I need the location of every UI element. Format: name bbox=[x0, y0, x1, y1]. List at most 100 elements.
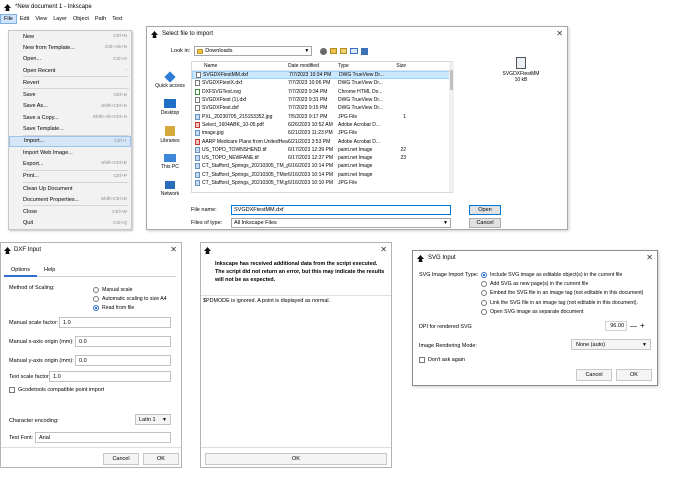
file-row[interactable]: image.jpg 6/21/2023 11:23 PM JPG File bbox=[192, 129, 452, 137]
x-origin-input[interactable]: 0.0 bbox=[75, 336, 171, 347]
radio-read-from-file[interactable] bbox=[93, 304, 99, 311]
scaling-option[interactable]: Automatic scaling to size A4 bbox=[93, 294, 167, 303]
menu-text[interactable]: Text bbox=[109, 14, 125, 24]
menu-item-clean-up-document[interactable]: Clean Up Document bbox=[9, 183, 131, 194]
gcodetools-row[interactable]: Gcodetools compatible point import bbox=[9, 387, 104, 393]
dont-ask-row[interactable]: Don't ask again bbox=[419, 357, 465, 363]
menu-item-import[interactable]: Import... Ctrl+I bbox=[9, 135, 131, 147]
close-icon[interactable]: ✕ bbox=[170, 245, 177, 254]
file-row[interactable]: CT_Stafford_Springs_20210305_TM_geo.tif6… bbox=[192, 162, 452, 170]
look-in-select[interactable]: Downloads ▼ bbox=[194, 46, 313, 56]
gcodetools-checkbox[interactable] bbox=[9, 387, 15, 393]
menu-item-open[interactable]: Open... Ctrl+O bbox=[9, 54, 131, 65]
minus-icon[interactable]: — bbox=[630, 323, 637, 330]
menu-item-export[interactable]: Export... Shift+Ctrl+E bbox=[9, 158, 131, 169]
dpi-input[interactable]: 96.00 bbox=[605, 321, 627, 331]
ok-button[interactable]: OK bbox=[205, 453, 387, 465]
tab-options[interactable]: Options bbox=[4, 263, 37, 277]
menu-view[interactable]: View bbox=[32, 14, 50, 24]
import-option[interactable]: Embed the SVG file in an image tag (not … bbox=[481, 289, 657, 298]
y-origin-input[interactable]: 0.0 bbox=[75, 355, 171, 366]
manual-scale-input[interactable]: 1.0 bbox=[59, 317, 171, 328]
file-row[interactable]: SVGDXFtestMM.dxf 7/7/2023 10:34 PM DWG Tru… bbox=[192, 71, 452, 80]
scrollbar-thumb[interactable] bbox=[450, 70, 453, 90]
place-quick-access[interactable]: Quick access bbox=[151, 67, 189, 94]
menu-path[interactable]: Path bbox=[92, 14, 109, 24]
menu-item-import-web-image[interactable]: Import Web Image... bbox=[9, 147, 131, 158]
menu-item-save[interactable]: Save Ctrl+S bbox=[9, 89, 131, 100]
column-header-type[interactable]: Type bbox=[338, 63, 394, 69]
menu-object[interactable]: Object bbox=[70, 14, 92, 24]
cancel-button[interactable]: Cancel bbox=[469, 218, 501, 228]
import-option-radio[interactable] bbox=[481, 281, 487, 288]
menu-edit[interactable]: Edit bbox=[17, 14, 32, 24]
menu-layer[interactable]: Layer bbox=[50, 14, 70, 24]
import-option[interactable]: Add SVG as new page(s) in the current fi… bbox=[481, 279, 657, 288]
preview-toggle-icon[interactable] bbox=[361, 47, 369, 55]
text-scale-input[interactable]: 1.0 bbox=[49, 371, 171, 382]
import-option-radio[interactable] bbox=[481, 290, 487, 297]
up-folder-icon[interactable] bbox=[330, 48, 338, 54]
scrollbar[interactable] bbox=[449, 62, 454, 192]
import-option[interactable]: Link the SVG file in an image tag (not e… bbox=[481, 298, 657, 307]
import-option-radio[interactable] bbox=[481, 299, 487, 306]
menu-item-new-from-template[interactable]: New from Template... Ctrl+Alt+N bbox=[9, 42, 131, 53]
menu-item-save-template[interactable]: Save Template... bbox=[9, 123, 131, 134]
scaling-option[interactable]: Manual scale bbox=[93, 285, 167, 294]
file-row[interactable]: SVGDXFtest.dxf 7/7/2023 9:15 PM DWG TrueVi… bbox=[192, 104, 452, 112]
column-header-date-modified[interactable]: Date modified bbox=[288, 63, 338, 69]
file-row[interactable]: SVGDXFtestX.dxf 7/7/2023 10:06 PM DWG True… bbox=[192, 79, 452, 87]
import-option-radio[interactable] bbox=[481, 309, 487, 316]
view-menu-icon[interactable] bbox=[350, 48, 359, 54]
menu-item-print[interactable]: Print... Ctrl+P bbox=[9, 171, 131, 182]
menu-item-quit[interactable]: Quit Ctrl+Q bbox=[9, 218, 131, 229]
menu-item-close[interactable]: Close Ctrl+W bbox=[9, 206, 131, 217]
new-folder-icon[interactable] bbox=[340, 48, 348, 54]
close-icon[interactable]: ✕ bbox=[556, 29, 563, 38]
close-icon[interactable]: ✕ bbox=[646, 253, 653, 262]
close-icon[interactable]: ✕ bbox=[380, 245, 387, 254]
file-row[interactable]: DXFSVGTest.svg 7/7/2023 9:34 PM Chrome HTM… bbox=[192, 88, 452, 96]
place-desktop[interactable]: Desktop bbox=[151, 94, 189, 121]
cancel-button[interactable]: Cancel bbox=[576, 369, 612, 381]
file-row[interactable]: SVGDXFtest (1).dxf 7/7/2023 9:31 PM DWG Tr… bbox=[192, 96, 452, 104]
place-this-pc[interactable]: This PC bbox=[151, 148, 189, 175]
place-libraries[interactable]: Libraries bbox=[151, 121, 189, 148]
scaling-option[interactable]: Read from file bbox=[93, 303, 167, 312]
file-row[interactable]: CT_Stafford_Springs_20210305_TMorth_geo.… bbox=[192, 171, 452, 179]
menu-item-revert[interactable]: Revert bbox=[9, 77, 131, 88]
menu-item-open-recent[interactable]: Open Recent › bbox=[9, 65, 131, 76]
encoding-select[interactable]: Latin 1 ▼ bbox=[135, 414, 171, 425]
file-name-input[interactable]: SVGDXFtestMM.dxf bbox=[231, 205, 451, 215]
menu-item-save-as[interactable]: Save As... Shift+Ctrl+S bbox=[9, 101, 131, 112]
rendering-select[interactable]: None (auto) ▼ bbox=[571, 339, 651, 350]
font-input[interactable]: Arial bbox=[35, 432, 171, 443]
column-header-size[interactable]: Size bbox=[394, 63, 406, 69]
dont-ask-checkbox[interactable] bbox=[419, 357, 425, 363]
import-option[interactable]: Include SVG image as editable object(s) … bbox=[481, 270, 657, 279]
dpi-spinner[interactable]: 96.00 — + bbox=[605, 321, 645, 331]
ok-button[interactable]: OK bbox=[143, 453, 179, 465]
cancel-button[interactable]: Cancel bbox=[103, 453, 139, 465]
radio-auto-scale[interactable] bbox=[93, 295, 99, 302]
tab-help[interactable]: Help bbox=[37, 267, 62, 273]
menu-item-save-a-copy[interactable]: Save a Copy... Shift+Alt+Ctrl+S bbox=[9, 112, 131, 123]
place-network[interactable]: Network bbox=[151, 175, 189, 202]
plus-icon[interactable]: + bbox=[640, 322, 645, 330]
column-header-name[interactable]: Name bbox=[192, 63, 288, 69]
import-option[interactable]: Open SVG image as separate document bbox=[481, 308, 657, 317]
file-row[interactable]: CT_Stafford_Springs_20210305_TM.jpg 6/16/… bbox=[192, 179, 452, 187]
file-row[interactable]: Select_1604ABK_10-05.pdf 6/26/2023 10:52 … bbox=[192, 121, 452, 129]
file-row[interactable]: US_TOPO_NEWFANE.tif 6/17/2023 12:37 PM pai… bbox=[192, 154, 452, 162]
radio-manual-scale[interactable] bbox=[93, 286, 99, 293]
file-type-select[interactable]: All Inkscape Files ▼ bbox=[231, 218, 451, 228]
menu-item-document-properties[interactable]: Document Properties... Shift+Ctrl+D bbox=[9, 194, 131, 205]
file-row[interactable]: AARP Medicare Plans from UnitedHealthCar… bbox=[192, 137, 452, 145]
open-button[interactable]: Open bbox=[469, 205, 501, 215]
menu-item-new[interactable]: New Ctrl+N bbox=[9, 31, 131, 42]
import-option-radio[interactable] bbox=[481, 271, 487, 278]
file-row[interactable]: US_TOPO_TOWNSHEND.tif 6/17/2023 12:39 PM p… bbox=[192, 146, 452, 154]
menu-file[interactable]: File bbox=[0, 14, 17, 24]
ok-button[interactable]: OK bbox=[616, 369, 652, 381]
file-row[interactable]: PXL_20230705_215153352.jpg 7/5/2023 9:17 … bbox=[192, 112, 452, 120]
